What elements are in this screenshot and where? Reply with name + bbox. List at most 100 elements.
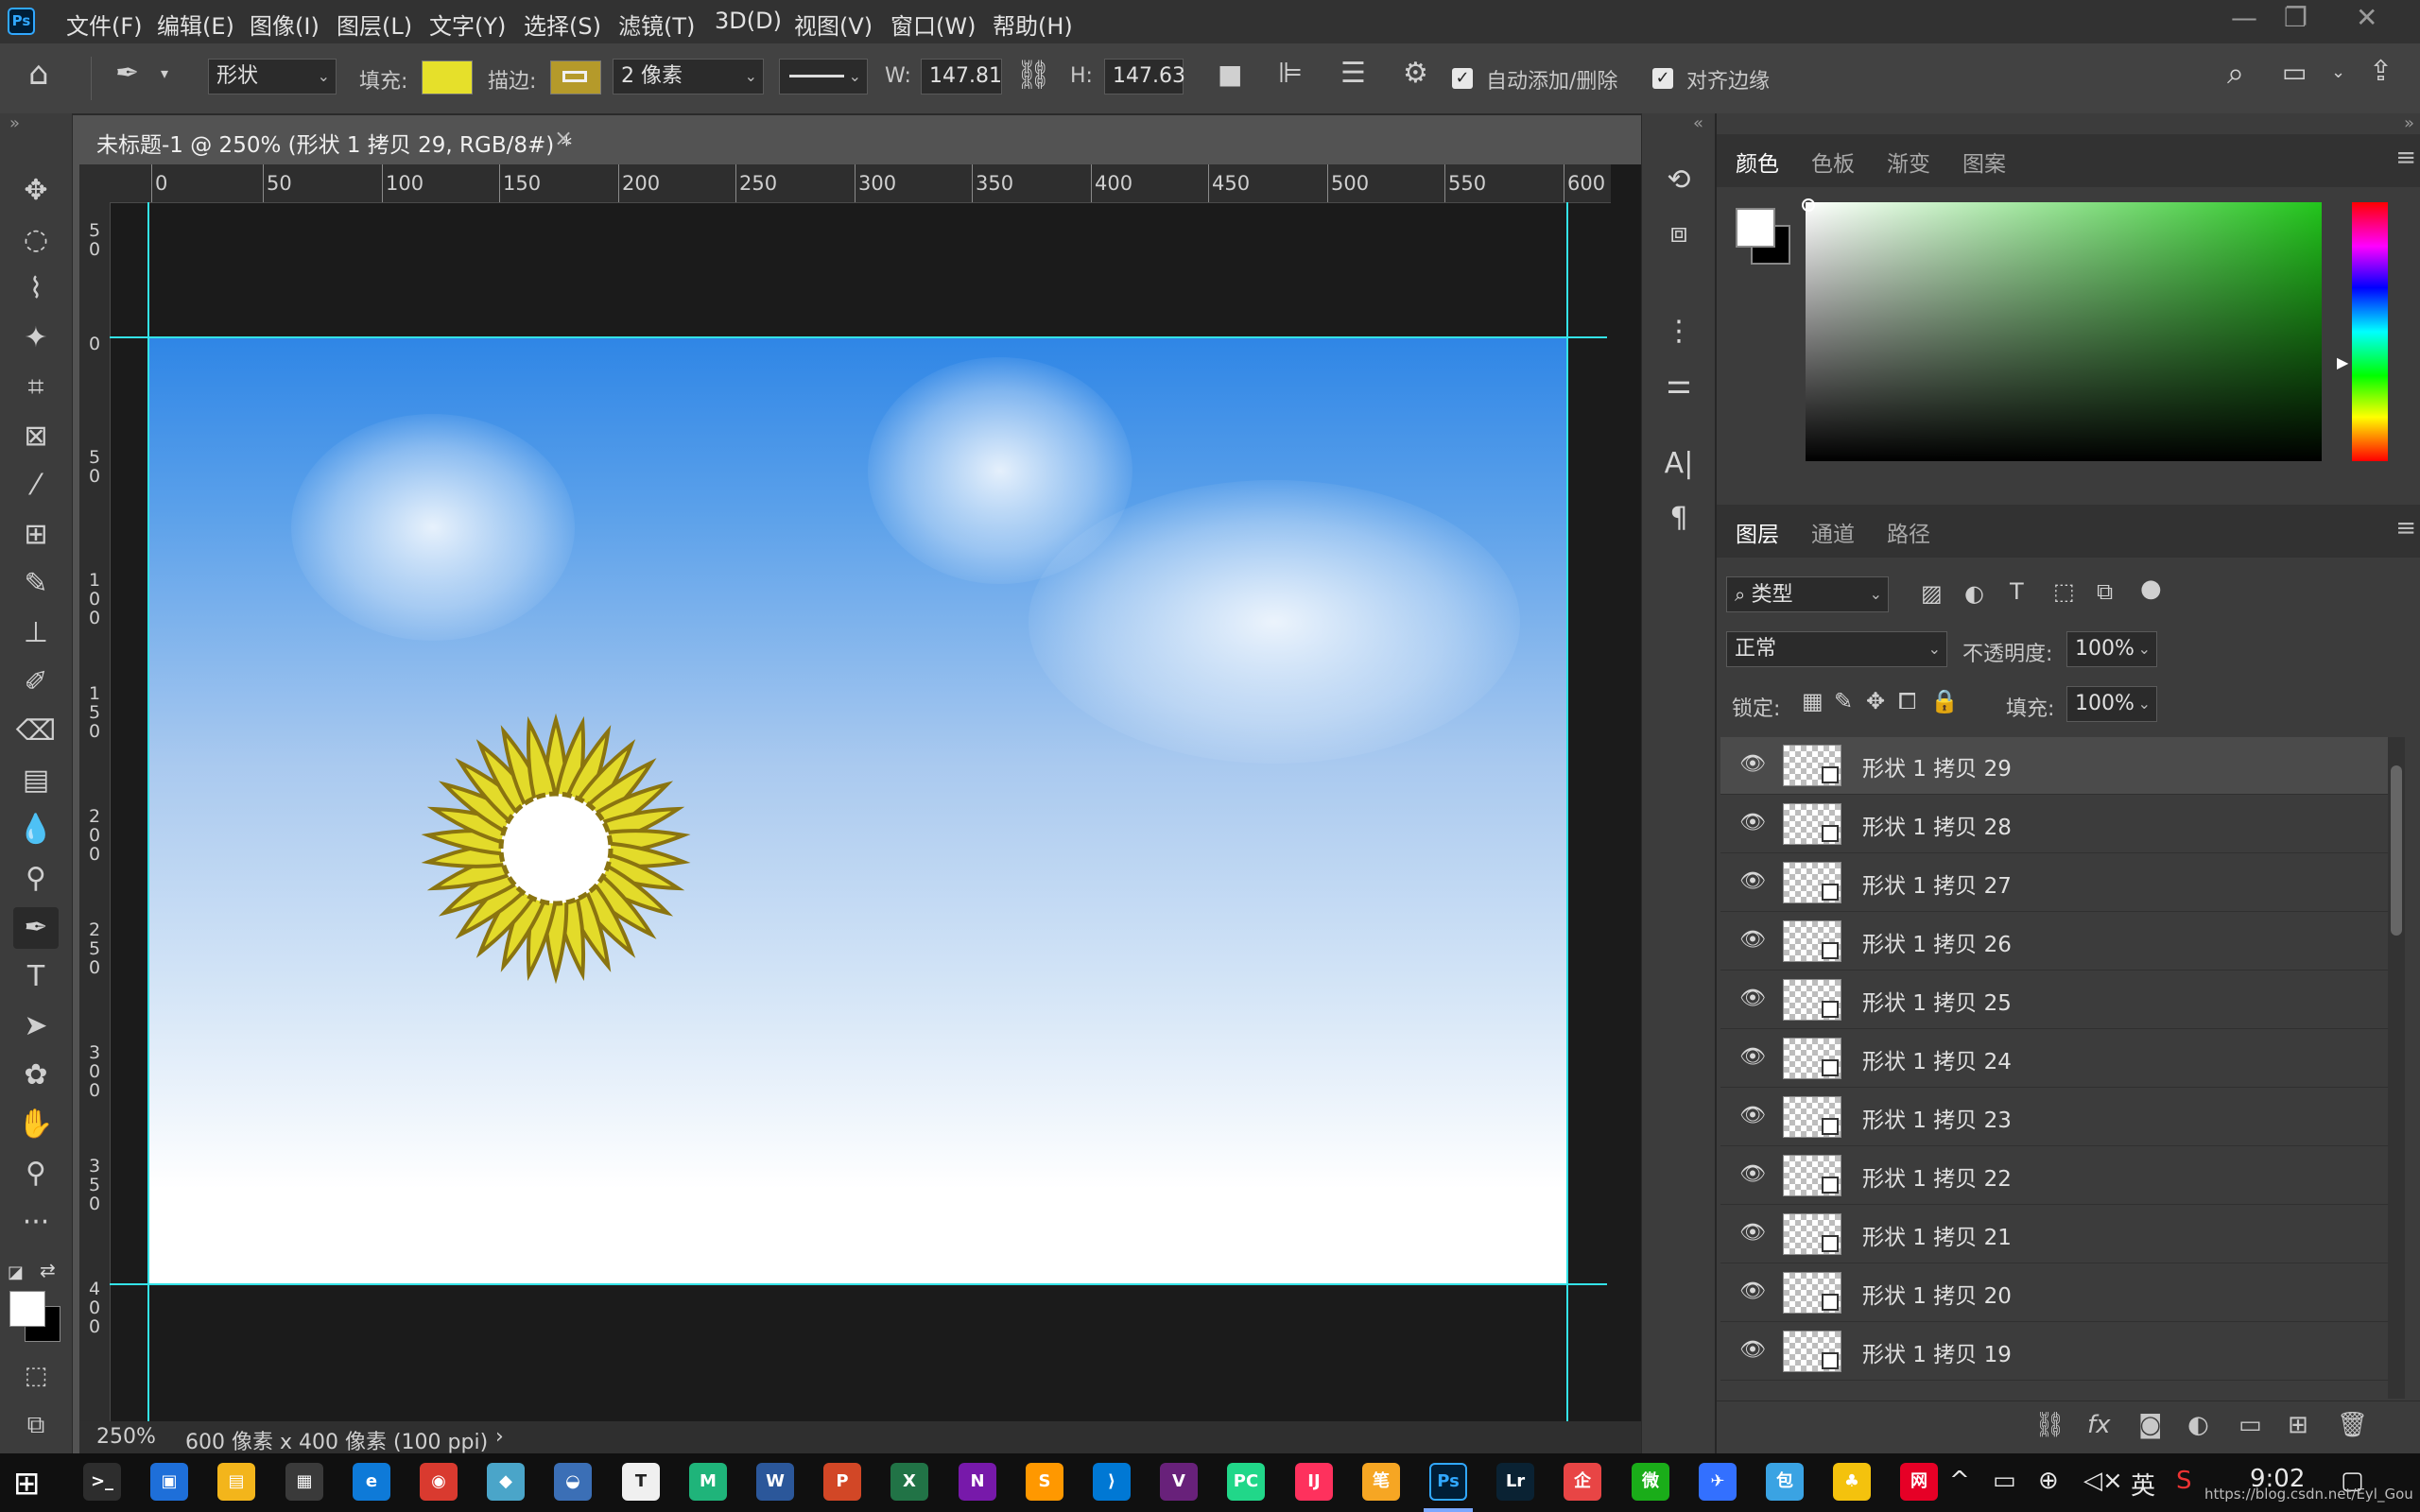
word-icon[interactable]: W	[756, 1463, 794, 1501]
width-input[interactable]: 147.81	[921, 59, 1002, 94]
mindmaster-icon[interactable]: M	[689, 1463, 727, 1501]
chevron-down-icon[interactable]: ⌄	[2331, 62, 2345, 82]
layer-name[interactable]: 形状 1 拷贝 27	[1862, 868, 2012, 900]
visibility-eye-icon[interactable]: 👁	[1739, 987, 1766, 1011]
vscode-icon[interactable]: ⟩	[1093, 1463, 1131, 1501]
eyedropper-tool-icon[interactable]: ⁄	[13, 465, 59, 507]
blend-mode-select[interactable]: 正常 ⌄	[1726, 631, 1947, 667]
tab-gradients[interactable]: 渐变	[1887, 146, 1930, 178]
color-picker-field[interactable]	[1802, 198, 2322, 461]
layer-thumbnail[interactable]	[1783, 1213, 1841, 1255]
healing-brush-tool-icon[interactable]: ⊞	[13, 514, 59, 556]
magic-wand-tool-icon[interactable]: ✦	[13, 318, 59, 359]
layer-name[interactable]: 形状 1 拷贝 25	[1862, 985, 2012, 1017]
menu-item[interactable]: 文字(Y)	[429, 8, 506, 41]
onenote-icon[interactable]: N	[959, 1463, 996, 1501]
layer-thumbnail[interactable]	[1783, 1096, 1841, 1138]
move-tool-icon[interactable]: ✥	[13, 170, 59, 212]
layer-thumbnail[interactable]	[1783, 920, 1841, 962]
filter-type-icon[interactable]: T	[2010, 578, 2024, 605]
pen-tool-icon[interactable]: ✒	[13, 907, 59, 949]
visibility-eye-icon[interactable]: 👁	[1739, 1045, 1766, 1070]
sublime-icon[interactable]: S	[1026, 1463, 1063, 1501]
stroke-color-swatch[interactable]	[550, 60, 601, 94]
guide-line[interactable]	[1566, 202, 1568, 1421]
swap-colors-icon[interactable]: ⇄	[40, 1259, 56, 1281]
document-canvas[interactable]	[149, 338, 1567, 1283]
dodge-tool-icon[interactable]: ⚲	[13, 858, 59, 900]
fill-opacity-input[interactable]: 100% ⌄	[2066, 686, 2157, 722]
hue-slider[interactable]	[2352, 202, 2388, 461]
chevron-down-icon[interactable]: ▾	[161, 64, 168, 82]
search-icon[interactable]: ⌕	[2227, 55, 2244, 92]
battery-icon[interactable]: ▭	[1993, 1467, 2016, 1495]
volume-icon[interactable]: ◁×	[2083, 1467, 2123, 1495]
character-icon[interactable]: A|	[1657, 442, 1701, 486]
layer-name[interactable]: 形状 1 拷贝 19	[1862, 1336, 2012, 1368]
layer-row[interactable]: 👁 形状 1 拷贝 26	[1720, 913, 2399, 971]
delete-layer-icon[interactable]: 🗑	[2337, 1411, 2368, 1439]
panel-menu-icon[interactable]: ≡	[2395, 144, 2416, 172]
wechat-icon[interactable]: 微	[1632, 1463, 1669, 1501]
history-brush-tool-icon[interactable]: ✐	[13, 662, 59, 703]
menu-item[interactable]: 视图(V)	[794, 8, 873, 41]
tab-channels[interactable]: 通道	[1811, 516, 1855, 548]
qq-icon[interactable]: 企	[1564, 1463, 1601, 1501]
layer-thumbnail[interactable]	[1783, 862, 1841, 903]
frame-tool-icon[interactable]: ⊠	[13, 416, 59, 457]
sogou-icon[interactable]: S	[2176, 1467, 2192, 1495]
screen-mode-icon[interactable]: ⧉	[13, 1404, 59, 1446]
tray-chevron-icon[interactable]: ^	[1949, 1467, 1970, 1495]
opacity-input[interactable]: 100% ⌄	[2066, 631, 2157, 667]
panel-menu-icon[interactable]: ≡	[2395, 514, 2416, 542]
crop-tool-icon[interactable]: ⌗	[13, 367, 59, 408]
app-icon[interactable]: ◆	[487, 1463, 525, 1501]
layer-row[interactable]: 👁 形状 1 拷贝 23	[1720, 1089, 2399, 1146]
menu-item[interactable]: 帮助(H)	[993, 8, 1073, 41]
notes-icon[interactable]: 笔	[1362, 1463, 1400, 1501]
tab-paths[interactable]: 路径	[1887, 516, 1930, 548]
photoshop-logo-icon[interactable]: Ps	[8, 8, 35, 35]
panel-foreground-swatch[interactable]	[1736, 208, 1775, 248]
add-mask-icon[interactable]: ◙	[2138, 1411, 2162, 1439]
quick-mask-icon[interactable]: ⬚	[13, 1355, 59, 1397]
tab-swatches[interactable]: 色板	[1811, 146, 1855, 178]
filter-shape-icon[interactable]: ⬚	[2053, 578, 2075, 605]
visibility-eye-icon[interactable]: 👁	[1739, 1162, 1766, 1187]
layer-row[interactable]: 👁 形状 1 拷贝 22	[1720, 1147, 2399, 1205]
link-layers-icon[interactable]: ⛓	[2034, 1411, 2066, 1439]
layer-thumbnail[interactable]	[1783, 1331, 1841, 1372]
file-explorer-icon[interactable]: ▤	[217, 1463, 255, 1501]
path-alignment-icon[interactable]: ⊫	[1278, 57, 1303, 90]
layer-name[interactable]: 形状 1 拷贝 21	[1862, 1219, 2012, 1251]
layer-thumbnail[interactable]	[1783, 803, 1841, 845]
layer-row[interactable]: 👁 形状 1 拷贝 28	[1720, 796, 2399, 853]
visibility-eye-icon[interactable]: 👁	[1739, 1338, 1766, 1363]
visibility-eye-icon[interactable]: 👁	[1739, 811, 1766, 835]
photoshop-icon[interactable]: Ps	[1429, 1463, 1467, 1501]
visibility-eye-icon[interactable]: 👁	[1739, 1221, 1766, 1246]
visibility-eye-icon[interactable]: 👁	[1739, 869, 1766, 894]
collapse-icon[interactable]: »	[2404, 113, 2414, 133]
powerpoint-icon[interactable]: P	[823, 1463, 861, 1501]
share-icon[interactable]: ⇪	[2369, 55, 2393, 88]
path-arrangement-icon[interactable]: ☰	[1340, 57, 1366, 90]
edge-icon[interactable]: e	[353, 1463, 390, 1501]
menu-item[interactable]: 窗口(W)	[890, 8, 976, 41]
lightroom-icon[interactable]: Lr	[1496, 1463, 1534, 1501]
brush-settings-icon[interactable]: ⋮	[1657, 310, 1701, 353]
new-group-icon[interactable]: ▭	[2238, 1411, 2262, 1439]
collapse-icon[interactable]: »	[9, 113, 20, 133]
sunflower-shape[interactable]	[367, 660, 745, 1038]
elliptical-marquee-tool-icon[interactable]: ◌	[13, 219, 59, 261]
auto-add-delete-checkbox[interactable]: ✓	[1452, 68, 1473, 89]
more-tools-icon[interactable]: ···	[13, 1202, 59, 1244]
guide-line[interactable]	[110, 336, 1607, 338]
align-edges-checkbox[interactable]: ✓	[1652, 68, 1673, 89]
visibility-eye-icon[interactable]: 👁	[1739, 1104, 1766, 1128]
menu-item[interactable]: 滤镜(T)	[618, 8, 695, 41]
history-icon[interactable]: ⟲	[1657, 159, 1701, 202]
lock-position-icon[interactable]: ✥	[1866, 688, 1885, 714]
lock-all-icon[interactable]: 🔒	[1930, 688, 1959, 714]
network-icon[interactable]: ⊕	[2038, 1467, 2059, 1495]
